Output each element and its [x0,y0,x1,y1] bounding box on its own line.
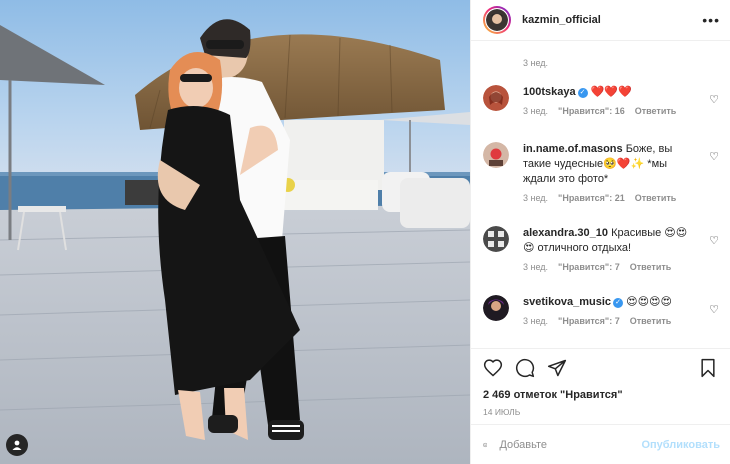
comment-likes[interactable]: "Нравится": 21 [558,193,625,203]
commenter-avatar[interactable] [483,295,509,321]
add-comment-bar: Опубликовать [471,424,730,464]
comment-username[interactable]: 100tskaya [523,86,576,98]
more-horizontal-icon[interactable]: ••• [702,13,720,27]
comment-time[interactable]: 3 нед. [523,193,548,203]
comment-like-heart-icon[interactable]: ♡ [709,303,719,316]
comment-input[interactable] [499,438,642,451]
emoji-smiley-icon[interactable] [483,435,488,455]
reply-button[interactable]: Ответить [635,193,677,203]
comment-text: ❤️❤️❤️ [590,86,632,98]
tagged-users-button[interactable] [6,434,28,456]
verified-badge-icon: ✓ [577,88,588,98]
verified-badge-icon: ✓ [613,298,624,308]
comment-time[interactable]: 3 нед. [523,106,548,116]
bookmark-save-icon[interactable] [698,358,718,378]
likes-count[interactable]: 2 469 отметок "Нравится" [483,389,718,401]
author-avatar[interactable] [483,6,511,34]
comment-time[interactable]: 3 нед. [523,316,548,326]
comment-username[interactable]: alexandra.30_10 [523,227,608,239]
comment-text: 😍😍😍😍 [626,296,672,308]
reply-button[interactable]: Ответить [630,316,672,326]
author-avatar-image [486,9,508,31]
reply-button[interactable]: Ответить [635,106,677,116]
post-side-panel: kazmin_official ••• 3 нед. 100tskaya ✓ ❤️… [470,0,730,464]
comment-likes[interactable]: "Нравится": 7 [558,262,620,272]
commenter-avatar[interactable] [483,85,509,111]
comments-list: 3 нед. 100tskaya ✓ ❤️❤️❤️ 3 нед. "Нравитс… [471,41,730,348]
comment-likes[interactable]: "Нравится": 7 [558,316,620,326]
comment-like-heart-icon[interactable]: ♡ [709,234,719,247]
reply-button[interactable]: Ответить [630,262,672,272]
share-direct-icon[interactable] [547,358,567,378]
like-heart-icon[interactable] [483,358,503,378]
comment-username[interactable]: svetikova_music [523,296,611,308]
user-icon [12,440,22,450]
comment-like-heart-icon[interactable]: ♡ [709,93,719,106]
comment-item: alexandra.30_10 Красивые 😍😍😍 отличного о… [483,226,723,272]
comment-likes[interactable]: "Нравится": 16 [558,106,625,116]
comment-item: svetikova_music ✓ 😍😍😍😍 3 нед. "Нравится":… [483,295,723,326]
comment-like-heart-icon[interactable]: ♡ [709,150,719,163]
post-actions: 2 469 отметок "Нравится" 14 ИЮЛЬ [471,348,730,420]
commenter-avatar[interactable] [483,142,509,168]
comment-item: 100tskaya ✓ ❤️❤️❤️ 3 нед. "Нравится": 16 … [483,85,723,116]
post-date[interactable]: 14 ИЮЛЬ [483,407,718,417]
caption-time: 3 нед. [523,58,549,68]
comment-bubble-icon[interactable] [515,358,535,378]
comment-time[interactable]: 3 нед. [523,262,548,272]
beach-photo-illustration [0,0,470,464]
publish-button[interactable]: Опубликовать [641,439,720,451]
comment-item: in.name.of.masons Боже, вы такие чудесны… [483,142,723,203]
post-photo[interactable] [0,0,470,464]
action-icons [483,357,718,379]
commenter-avatar[interactable] [483,226,509,252]
author-username[interactable]: kazmin_official [522,14,702,26]
post-header: kazmin_official ••• [471,0,730,41]
comment-username[interactable]: in.name.of.masons [523,143,623,155]
